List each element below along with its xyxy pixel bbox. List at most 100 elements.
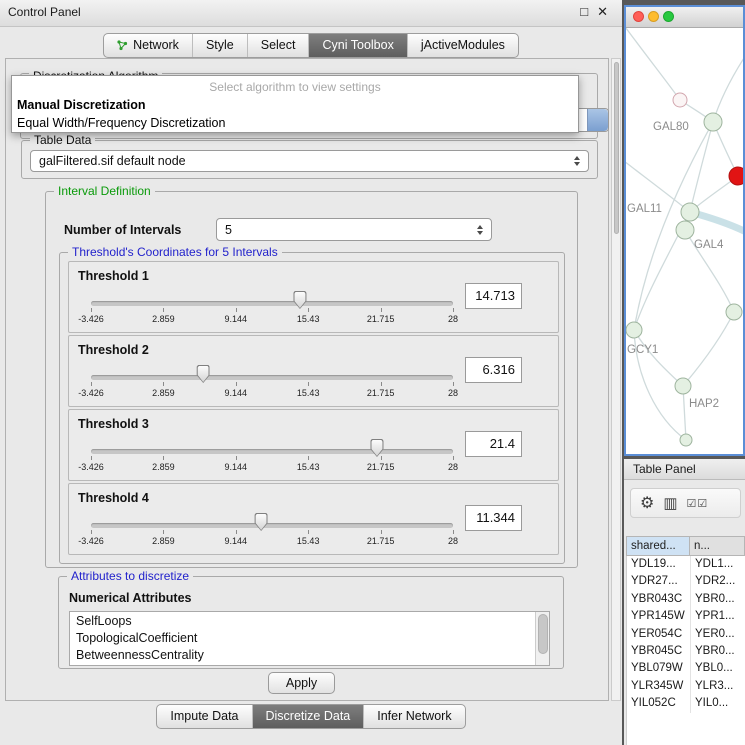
table-row[interactable]: YIL052CYIL0... [627, 695, 745, 712]
thumb-face [294, 292, 305, 308]
select-columns-icon[interactable]: ☑☑ [687, 497, 709, 510]
slider-thumb[interactable] [197, 365, 210, 383]
slider-thumb[interactable] [293, 291, 306, 309]
close-traffic-icon[interactable] [633, 11, 644, 22]
table-row[interactable]: YLR345WYLR3... [627, 678, 745, 695]
close-icon[interactable]: ✕ [597, 4, 608, 20]
slider-tick [91, 530, 92, 534]
bottom-tab-bar: Impute DataDiscretize DataInfer Network [0, 704, 622, 729]
network-nodes [626, 93, 743, 446]
slider-thumb[interactable] [255, 513, 268, 531]
tick-label: 15.43 [297, 314, 320, 324]
threshold-2-block: Threshold 2 -3.4262.8599.14415.4321.7152… [68, 335, 559, 407]
tick-label: 28 [448, 462, 458, 472]
columns-icon[interactable]: ▥ [663, 494, 677, 512]
minimize-traffic-icon[interactable] [648, 11, 659, 22]
network-window-titlebar [626, 7, 743, 28]
gear-icon[interactable]: ⚙ [640, 493, 654, 513]
table-row[interactable]: YDL19...YDL1... [627, 556, 745, 573]
slider-tick [91, 308, 92, 312]
table-row[interactable]: YBR043CYBR0... [627, 591, 745, 608]
slider-tick [163, 530, 164, 534]
tick-label: 15.43 [297, 388, 320, 398]
tab-select[interactable]: Select [247, 34, 309, 57]
thumb-face [198, 366, 209, 382]
numerical-attributes-list[interactable]: SelfLoopsTopologicalCoefficientBetweenne… [69, 611, 550, 666]
tab-infer-network[interactable]: Infer Network [363, 705, 464, 728]
table-cell: YPR145W [627, 608, 691, 625]
tab-network[interactable]: Network [104, 34, 192, 57]
network-node[interactable] [726, 304, 742, 320]
node-label: HAP2 [689, 398, 719, 410]
table-cell: YER054C [627, 626, 691, 643]
table-row[interactable]: YBL079WYBL0... [627, 660, 745, 677]
slider-thumb[interactable] [370, 439, 383, 457]
network-node[interactable] [681, 203, 699, 221]
table-toolbar: ⚙ ▥ ☑☑ [630, 488, 741, 518]
list-item[interactable]: SelfLoops [70, 613, 549, 630]
threshold-2-value[interactable]: 6.316 [465, 357, 522, 383]
table-row[interactable]: YBR045CYBR0... [627, 643, 745, 660]
table-row[interactable]: YER054CYER0... [627, 626, 745, 643]
column-header-name[interactable]: n... [690, 536, 745, 556]
node-label: GAL11 [627, 203, 662, 215]
threshold-1-slider[interactable]: -3.4262.8599.14415.4321.71528 [91, 288, 453, 330]
dropdown-items: Manual DiscretizationEqual Width/Frequen… [12, 96, 578, 132]
tab-cyni-toolbox[interactable]: Cyni Toolbox [308, 34, 406, 57]
list-item[interactable]: TopologicalCoefficient [70, 630, 549, 647]
network-canvas[interactable]: GAL80GAL11GAL4GCY1HAP2 [626, 28, 743, 455]
network-node[interactable] [704, 113, 722, 131]
network-node[interactable] [729, 167, 743, 185]
network-node[interactable] [680, 434, 692, 446]
slider-tick [308, 456, 309, 460]
slider-track [91, 375, 453, 380]
zoom-traffic-icon[interactable] [663, 11, 674, 22]
tab-discretize-data[interactable]: Discretize Data [252, 705, 364, 728]
column-header-shared-name[interactable]: shared... [626, 536, 690, 556]
network-node[interactable] [626, 322, 642, 338]
network-node-labels: GAL80GAL11GAL4GCY1HAP2 [627, 121, 724, 410]
list-scrollbar[interactable] [535, 612, 549, 665]
tab-jactivemodules[interactable]: jActiveModules [407, 34, 518, 57]
tab-impute-data[interactable]: Impute Data [157, 705, 251, 728]
control-panel-scrollbar[interactable] [611, 58, 621, 701]
dropdown-item[interactable]: Equal Width/Frequency Discretization [12, 114, 578, 132]
table-row[interactable]: YDR27...YDR2... [627, 573, 745, 590]
scrollbar-thumb[interactable] [614, 62, 619, 234]
scrollbar-thumb[interactable] [538, 614, 548, 654]
slider-tick [91, 382, 92, 386]
tick-label: 9.144 [225, 314, 248, 324]
node-label: GAL80 [653, 121, 689, 133]
dropdown-item[interactable]: Manual Discretization [12, 96, 578, 114]
tick-label: 28 [448, 388, 458, 398]
table-data-combobox[interactable]: galFiltered.sif default node [30, 150, 589, 172]
threshold-3-slider[interactable]: -3.4262.8599.14415.4321.71528 [91, 436, 453, 478]
slider-tick [453, 308, 454, 312]
table-cell: YER0... [691, 626, 745, 643]
float-icon[interactable]: □ [580, 4, 588, 20]
table-cell: YPR1... [691, 608, 745, 625]
network-node[interactable] [675, 378, 691, 394]
table-cell: YLR345W [627, 678, 691, 695]
table-cell: YLR3... [691, 678, 745, 695]
threshold-4-value[interactable]: 11.344 [465, 505, 522, 531]
apply-button[interactable]: Apply [268, 672, 335, 694]
network-node[interactable] [673, 93, 687, 107]
numerical-attributes-label: Numerical Attributes [69, 591, 191, 605]
tick-label: 9.144 [225, 388, 248, 398]
tick-label: 21.715 [367, 388, 395, 398]
threshold-2-slider[interactable]: -3.4262.8599.14415.4321.71528 [91, 362, 453, 404]
threshold-1-value[interactable]: 14.713 [465, 283, 522, 309]
table-row[interactable]: YPR145WYPR1... [627, 608, 745, 625]
threshold-2-label: Threshold 2 [78, 343, 149, 357]
threshold-3-value[interactable]: 21.4 [465, 431, 522, 457]
threshold-4-slider[interactable]: -3.4262.8599.14415.4321.71528 [91, 510, 453, 552]
thumb-face [256, 514, 267, 530]
tab-label: Style [206, 34, 234, 57]
network-node[interactable] [676, 221, 694, 239]
tick-label: 21.715 [367, 462, 395, 472]
table-data-group: Table Data galFiltered.sif default node [21, 140, 598, 179]
number-of-intervals-combobox[interactable]: 5 [216, 218, 492, 241]
list-item[interactable]: BetweennessCentrality [70, 647, 549, 664]
tab-style[interactable]: Style [192, 34, 247, 57]
